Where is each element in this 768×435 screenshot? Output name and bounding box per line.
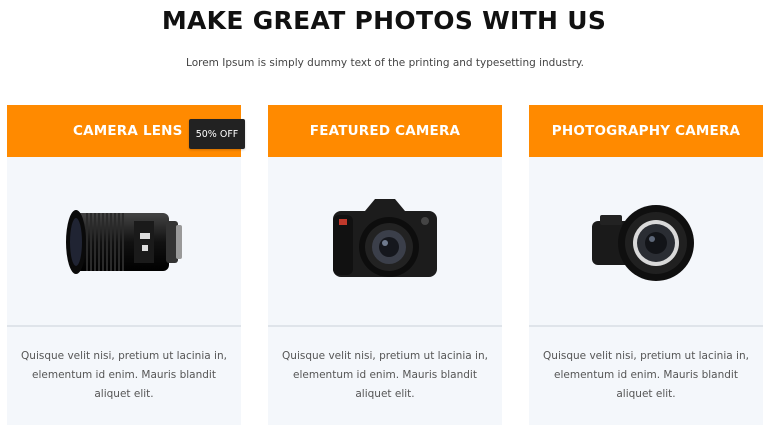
card-title: CAMERA LENS xyxy=(73,123,183,139)
card-title: FEATURED CAMERA xyxy=(309,123,461,139)
card-description: Quisque velit nisi, pretium ut lacinia i… xyxy=(21,350,227,400)
product-image xyxy=(7,157,241,325)
product-card-photography-camera[interactable]: PHOTOGRAPHY CAMERA Quisque velit nisi, p… xyxy=(529,105,763,425)
page-subtitle: Lorem Ipsum is simply dummy text of the … xyxy=(186,57,584,69)
card-description: Quisque velit nisi, pretium ut lacinia i… xyxy=(282,350,488,400)
card-divider xyxy=(529,325,763,327)
mirrorless-camera-icon xyxy=(592,205,694,281)
product-image xyxy=(268,157,502,325)
page-title: MAKE GREAT PHOTOS WITH US xyxy=(161,6,607,35)
product-image xyxy=(529,157,763,325)
card-header: FEATURED CAMERA xyxy=(268,105,502,157)
product-card-featured-camera[interactable]: FEATURED CAMERA Quisque velit nisi, pret… xyxy=(268,105,502,425)
card-divider xyxy=(7,325,241,327)
card-title: PHOTOGRAPHY CAMERA xyxy=(551,123,741,139)
discount-badge: 50% OFF xyxy=(189,119,245,149)
dslr-camera-icon xyxy=(333,199,437,277)
product-card-camera-lens[interactable]: CAMERA LENS 50% OFF Quisque velit nisi, … xyxy=(7,105,245,425)
card-header: PHOTOGRAPHY CAMERA xyxy=(529,105,763,157)
camera-lens-icon xyxy=(66,210,182,274)
card-description: Quisque velit nisi, pretium ut lacinia i… xyxy=(543,350,749,400)
card-divider xyxy=(268,325,502,327)
